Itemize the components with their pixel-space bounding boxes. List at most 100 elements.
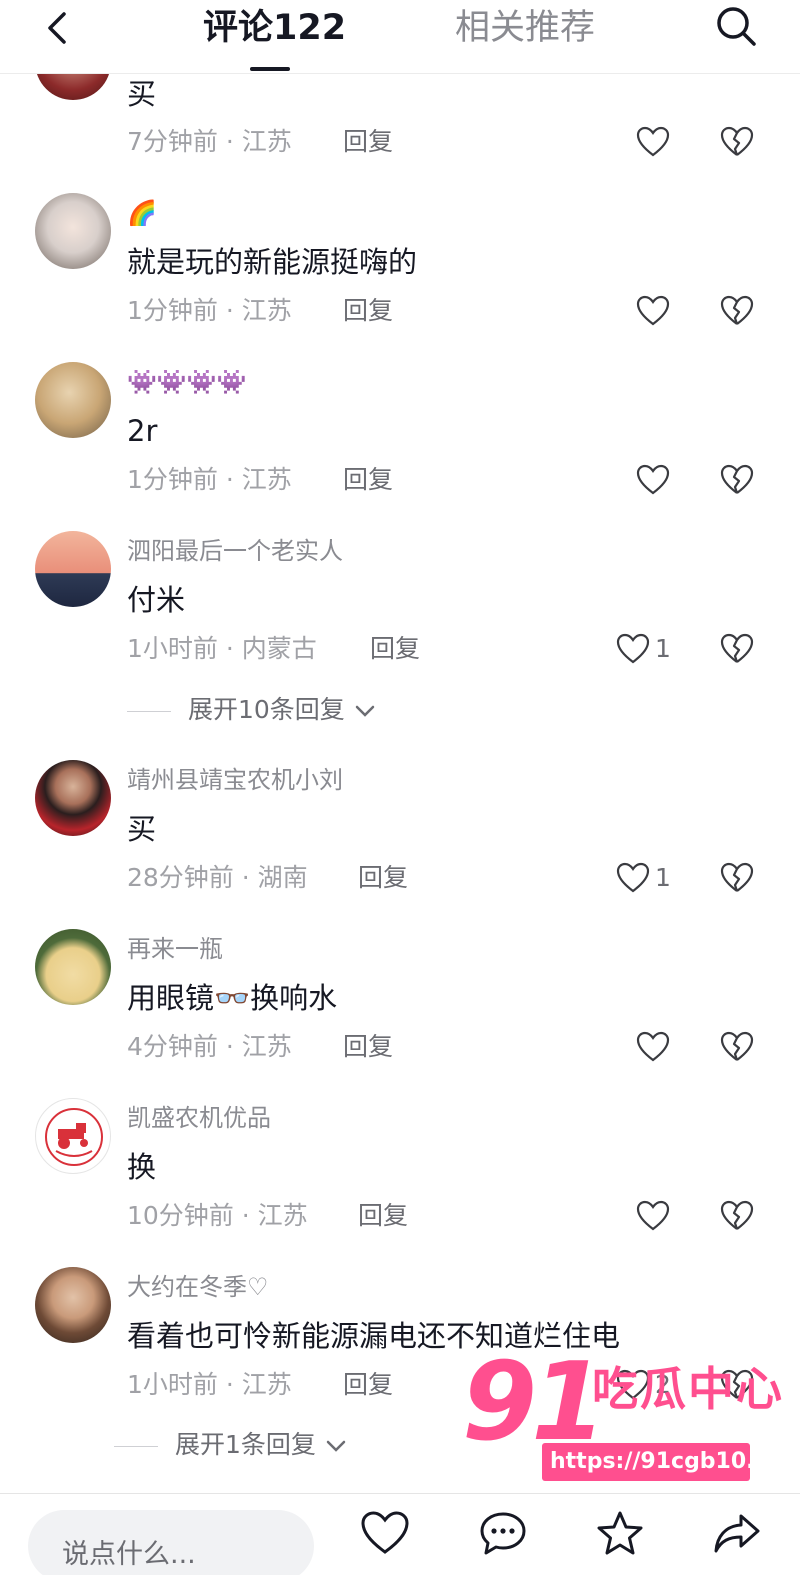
chevron-down-icon bbox=[326, 1440, 346, 1452]
like-heart-icon[interactable] bbox=[636, 1031, 670, 1063]
like-heart-icon[interactable] bbox=[636, 126, 670, 158]
tab-comments[interactable]: 评论122 bbox=[203, 8, 346, 48]
expand-divider bbox=[114, 1446, 158, 1447]
comment-location: 湖南 bbox=[257, 863, 308, 892]
reply-button[interactable]: 回复 bbox=[343, 126, 393, 158]
reply-button[interactable]: 回复 bbox=[343, 1369, 393, 1401]
expand-replies-button[interactable]: 展开10条回复 bbox=[188, 694, 377, 726]
like-heart-icon[interactable] bbox=[636, 295, 670, 327]
back-arrow-icon[interactable] bbox=[36, 6, 80, 50]
comment-meta: 1小时前 · 内蒙古 bbox=[127, 633, 317, 665]
comment-meta: 1分钟前 · 江苏 bbox=[127, 464, 292, 496]
tab-related[interactable]: 相关推荐 bbox=[455, 8, 595, 48]
dislike-broken-heart-icon[interactable] bbox=[720, 464, 754, 496]
comment-username[interactable]: 泗阳最后一个老实人 bbox=[127, 536, 343, 566]
like-heart-icon[interactable] bbox=[636, 464, 670, 496]
dislike-broken-heart-icon[interactable] bbox=[720, 295, 754, 327]
like-heart-icon[interactable] bbox=[636, 1200, 670, 1232]
comment-meta: 1分钟前 · 江苏 bbox=[127, 295, 292, 327]
comment-time: 1小时前 bbox=[127, 1370, 218, 1399]
comment-time: 4分钟前 bbox=[127, 1032, 218, 1061]
comment-text: 买 bbox=[127, 812, 157, 846]
comment-username[interactable]: 👾👾👾👾 bbox=[127, 367, 247, 397]
expand-replies-label: 展开1条回复 bbox=[175, 1430, 316, 1459]
like-heart-icon[interactable] bbox=[359, 1508, 411, 1560]
comment-input[interactable]: 说点什么... bbox=[28, 1510, 314, 1575]
comment-location: 江苏 bbox=[241, 1032, 292, 1061]
like-count: 1 bbox=[655, 863, 671, 892]
comment-location: 内蒙古 bbox=[241, 634, 317, 663]
comment-meta: 10分钟前 · 江苏 bbox=[127, 1200, 308, 1232]
watermark-url: https://91cgb10.com bbox=[542, 1443, 800, 1481]
search-icon[interactable] bbox=[712, 2, 760, 50]
comment-time: 1分钟前 bbox=[127, 296, 218, 325]
comment-time: 10分钟前 bbox=[127, 1201, 234, 1230]
tractor-logo-icon bbox=[45, 1108, 103, 1166]
reply-button[interactable]: 回复 bbox=[358, 862, 408, 894]
comment-text: 换 bbox=[127, 1150, 157, 1184]
comment-bubble-icon[interactable] bbox=[477, 1508, 529, 1560]
avatar[interactable] bbox=[35, 1267, 111, 1343]
expand-replies-label: 展开10条回复 bbox=[188, 695, 345, 724]
comment-location: 江苏 bbox=[241, 1370, 292, 1399]
comment-text: 买 bbox=[127, 77, 157, 111]
comment-text: 付米 bbox=[127, 583, 186, 617]
comment-location: 江苏 bbox=[257, 1201, 308, 1230]
meta-separator: · bbox=[233, 863, 258, 892]
avatar[interactable] bbox=[35, 760, 111, 836]
comment-location: 江苏 bbox=[241, 127, 292, 156]
comment-meta: 7分钟前 · 江苏 bbox=[127, 126, 292, 158]
meta-separator: · bbox=[217, 465, 242, 494]
dislike-broken-heart-icon[interactable] bbox=[720, 1031, 754, 1063]
like-heart-icon[interactable] bbox=[616, 633, 650, 665]
dislike-broken-heart-icon[interactable] bbox=[720, 862, 754, 894]
chevron-down-icon bbox=[355, 705, 375, 717]
comment-text: 用眼镜👓换响水 bbox=[127, 981, 338, 1015]
top-bar: 评论122 相关推荐 bbox=[0, 0, 800, 74]
meta-separator: · bbox=[217, 1370, 242, 1399]
comment-text: 就是玩的新能源挺嗨的 bbox=[127, 245, 418, 279]
comment-meta: 4分钟前 · 江苏 bbox=[127, 1031, 292, 1063]
meta-separator: · bbox=[233, 1201, 258, 1230]
reply-button[interactable]: 回复 bbox=[370, 633, 420, 665]
comment-username[interactable]: 大约在冬季♡ bbox=[127, 1272, 269, 1302]
comment-time: 1小时前 bbox=[127, 634, 218, 663]
dislike-broken-heart-icon[interactable] bbox=[720, 1200, 754, 1232]
expand-divider bbox=[127, 711, 171, 712]
meta-separator: · bbox=[217, 296, 242, 325]
avatar[interactable] bbox=[35, 193, 111, 269]
reply-button[interactable]: 回复 bbox=[358, 1200, 408, 1232]
meta-separator: · bbox=[217, 127, 242, 156]
comment-time: 28分钟前 bbox=[127, 863, 234, 892]
reply-button[interactable]: 回复 bbox=[343, 295, 393, 327]
comment-time: 7分钟前 bbox=[127, 127, 218, 156]
avatar[interactable] bbox=[35, 1098, 111, 1174]
comment-username[interactable]: 再来一瓶 bbox=[127, 934, 223, 964]
watermark-text: 吃瓜中心 bbox=[592, 1362, 784, 1416]
reply-button[interactable]: 回复 bbox=[343, 1031, 393, 1063]
comment-text: 2r bbox=[127, 414, 158, 448]
meta-separator: · bbox=[217, 634, 242, 663]
dislike-broken-heart-icon[interactable] bbox=[720, 126, 754, 158]
comment-meta: 28分钟前 · 湖南 bbox=[127, 862, 308, 894]
comment-location: 江苏 bbox=[241, 465, 292, 494]
watermark: 91 吃瓜中心 https://91cgb10.com bbox=[462, 1343, 800, 1485]
active-tab-indicator bbox=[250, 67, 290, 71]
like-heart-icon[interactable] bbox=[616, 862, 650, 894]
expand-replies-button[interactable]: 展开1条回复 bbox=[175, 1429, 348, 1461]
avatar[interactable] bbox=[35, 531, 111, 607]
comment-time: 1分钟前 bbox=[127, 465, 218, 494]
comment-username[interactable]: 🌈 bbox=[127, 198, 157, 228]
avatar[interactable] bbox=[35, 929, 111, 1005]
bottom-action-bar: 说点什么... bbox=[0, 1493, 800, 1575]
dislike-broken-heart-icon[interactable] bbox=[720, 633, 754, 665]
comment-username[interactable]: 靖州县靖宝农机小刘 bbox=[127, 765, 343, 795]
comment-username[interactable]: 凯盛农机优品 bbox=[127, 1103, 271, 1133]
like-count: 1 bbox=[655, 634, 671, 663]
reply-button[interactable]: 回复 bbox=[343, 464, 393, 496]
comment-location: 江苏 bbox=[241, 296, 292, 325]
meta-separator: · bbox=[217, 1032, 242, 1061]
avatar[interactable] bbox=[35, 362, 111, 438]
star-favorite-icon[interactable] bbox=[594, 1508, 646, 1560]
share-arrow-icon[interactable] bbox=[711, 1508, 763, 1560]
